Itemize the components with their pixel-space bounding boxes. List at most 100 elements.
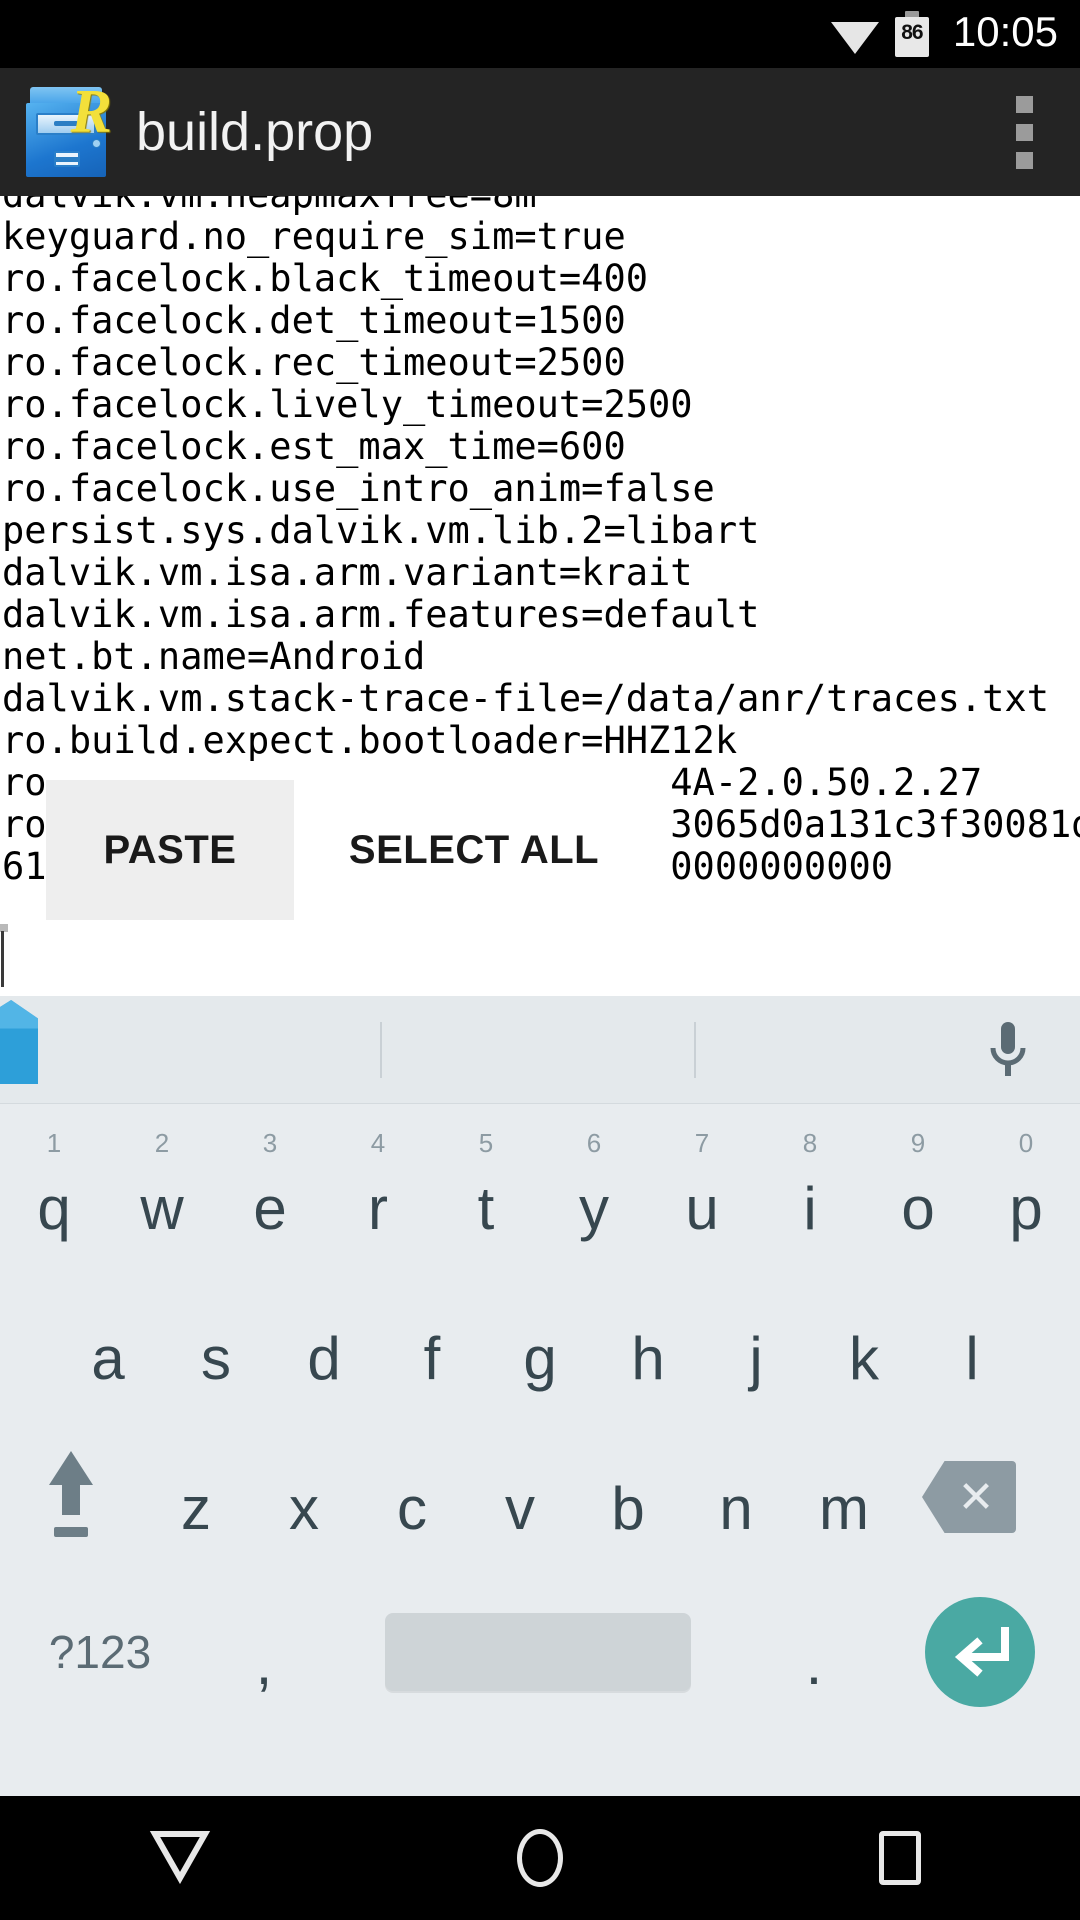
back-down-icon — [149, 1828, 211, 1889]
shift-key[interactable] — [0, 1422, 142, 1572]
keyboard-row-1: 1 q 2 w 3 e 4 r 5 t 6 y 7 u 8 i 9 o 0 p — [0, 1122, 1080, 1272]
key-label: b — [611, 1475, 645, 1542]
symbols-key[interactable]: ?123 — [0, 1572, 200, 1732]
overflow-menu-icon[interactable] — [992, 87, 1056, 177]
status-bar-clock: 10:05 — [952, 8, 1058, 55]
key-h[interactable]: h — [594, 1272, 702, 1422]
editor-line: ro.facelock.black_timeout=400 — [2, 257, 649, 300]
key-num-hint: 5 — [478, 1128, 494, 1158]
editor-line: dalvik.vm.heapmaxfree=8m — [2, 196, 1080, 216]
key-o[interactable]: 9 o — [864, 1122, 972, 1272]
key-u[interactable]: 7 u — [648, 1122, 756, 1272]
comma-key[interactable]: , — [200, 1572, 328, 1732]
key-x[interactable]: x — [250, 1422, 358, 1572]
editor-line: ro.build.expect.bootloader=HHZ12k — [2, 719, 738, 762]
key-e[interactable]: 3 e — [216, 1122, 324, 1272]
suggestion-divider — [694, 1022, 696, 1078]
key-label: s — [201, 1325, 231, 1392]
suggestion-bar[interactable] — [0, 996, 1080, 1104]
key-label: y — [579, 1175, 609, 1242]
home-icon — [517, 1829, 563, 1887]
backspace-key[interactable]: ✕ — [898, 1422, 1040, 1572]
nav-recents-button[interactable] — [720, 1796, 1080, 1920]
select-all-button[interactable]: SELECT ALL — [339, 780, 609, 920]
space-key[interactable] — [328, 1572, 748, 1732]
key-label: z — [181, 1475, 211, 1542]
key-label: x — [289, 1475, 319, 1542]
key-q[interactable]: 1 q — [0, 1122, 108, 1272]
enter-key[interactable] — [880, 1572, 1080, 1732]
key-num-hint: 9 — [910, 1128, 926, 1158]
editor-line: ro.facelock.rec_timeout=2500 — [2, 341, 626, 384]
key-label: . — [805, 1630, 823, 1697]
key-label: n — [719, 1475, 753, 1542]
nav-back-button[interactable] — [0, 1796, 360, 1920]
nav-home-button[interactable] — [360, 1796, 720, 1920]
key-v[interactable]: v — [466, 1422, 574, 1572]
editor-line: ro.facelock.lively_timeout=2500 — [2, 383, 693, 426]
editor-line: dalvik.vm.isa.arm.features=default — [2, 593, 760, 636]
paste-button[interactable]: PASTE — [46, 780, 294, 920]
key-label: o — [901, 1175, 935, 1242]
editor-line: dalvik.vm.isa.arm.variant=krait — [2, 551, 693, 594]
key-f[interactable]: f — [378, 1272, 486, 1422]
shift-icon — [41, 1451, 101, 1543]
keyboard-row-3: z x c v b n m ✕ — [0, 1422, 1080, 1572]
enter-icon — [925, 1597, 1035, 1707]
key-y[interactable]: 6 y — [540, 1122, 648, 1272]
row2-left-pad — [0, 1272, 54, 1422]
status-bar-icons: 86 10:05 — [829, 11, 1058, 57]
key-g[interactable]: g — [486, 1272, 594, 1422]
app-bar: R build.prop — [0, 68, 1080, 196]
key-z[interactable]: z — [142, 1422, 250, 1572]
editor-line: dalvik.vm.stack-trace-file=/data/anr/tra… — [2, 677, 1049, 720]
key-label: k — [849, 1325, 879, 1392]
editor-line: ro.facelock.use_intro_anim=false — [2, 467, 715, 510]
microphone-icon[interactable] — [972, 1014, 1044, 1086]
key-label: a — [91, 1325, 125, 1392]
key-label: t — [477, 1175, 495, 1242]
key-label: v — [505, 1475, 535, 1542]
key-label: j — [749, 1325, 763, 1392]
key-a[interactable]: a — [54, 1272, 162, 1422]
space-surface — [385, 1613, 691, 1691]
key-label: u — [685, 1175, 719, 1242]
key-label: h — [631, 1325, 665, 1392]
key-j[interactable]: j — [702, 1272, 810, 1422]
key-label: d — [307, 1325, 341, 1392]
text-selection-handle[interactable] — [0, 1000, 38, 1084]
key-d[interactable]: d — [270, 1272, 378, 1422]
key-label: f — [423, 1325, 441, 1392]
key-r[interactable]: 4 r — [324, 1122, 432, 1272]
key-m[interactable]: m — [790, 1422, 898, 1572]
key-s[interactable]: s — [162, 1272, 270, 1422]
key-n[interactable]: n — [682, 1422, 790, 1572]
key-label: m — [819, 1475, 869, 1542]
recents-icon — [879, 1831, 921, 1885]
key-label: p — [1009, 1175, 1043, 1242]
key-k[interactable]: k — [810, 1272, 918, 1422]
backspace-icon: ✕ — [922, 1461, 1016, 1533]
key-label: e — [253, 1175, 287, 1242]
suggestion-divider — [380, 1022, 382, 1078]
clipboard-popup: PASTE SELECT ALL — [46, 780, 609, 920]
key-label: , — [255, 1630, 273, 1697]
key-label: g — [523, 1325, 557, 1392]
editor-line: net.bt.name=Android — [2, 635, 426, 678]
status-bar: 86 10:05 — [0, 0, 1080, 68]
period-key[interactable]: . — [748, 1572, 880, 1732]
key-label: r — [368, 1175, 388, 1242]
key-w[interactable]: 2 w — [108, 1122, 216, 1272]
key-num-hint: 1 — [46, 1128, 62, 1158]
key-p[interactable]: 0 p — [972, 1122, 1080, 1272]
key-c[interactable]: c — [358, 1422, 466, 1572]
key-t[interactable]: 5 t — [432, 1122, 540, 1272]
key-b[interactable]: b — [574, 1422, 682, 1572]
key-l[interactable]: l — [918, 1272, 1026, 1422]
key-num-hint: 8 — [802, 1128, 818, 1158]
text-caret — [1, 931, 4, 987]
wifi-icon — [829, 12, 881, 56]
key-num-hint: 4 — [370, 1128, 386, 1158]
keyboard-row-2: a s d f g h j k l — [0, 1272, 1080, 1422]
key-i[interactable]: 8 i — [756, 1122, 864, 1272]
